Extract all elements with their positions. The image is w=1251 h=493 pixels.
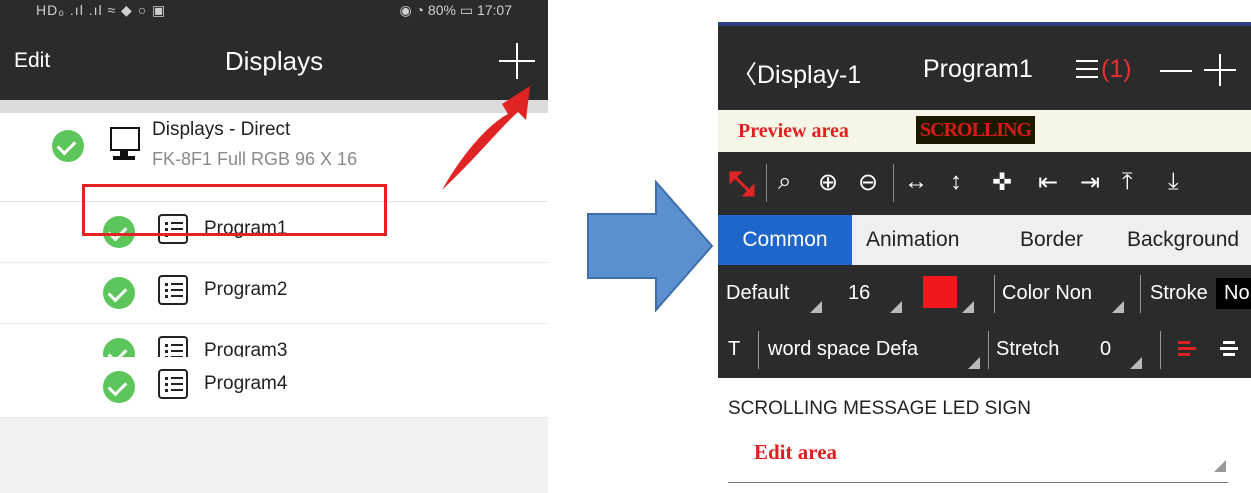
back-button[interactable]: 〈Display-1 xyxy=(732,55,861,91)
edit-label: Edit area xyxy=(754,440,838,464)
height-icon[interactable]: ↕ xyxy=(950,168,962,196)
stroke-select[interactable]: No xyxy=(1216,278,1251,309)
program-count: (1) xyxy=(1101,55,1132,83)
zoom-out-icon[interactable]: ⊖ xyxy=(858,168,878,197)
check-circle-icon xyxy=(52,130,84,162)
tab-bar: Common Animation Border Background xyxy=(718,215,1251,265)
color-swatch[interactable] xyxy=(923,276,957,308)
list-icon xyxy=(158,275,188,305)
align-left-text-icon[interactable] xyxy=(1176,339,1198,361)
text-icon: T xyxy=(728,338,741,360)
program-label: Program2 xyxy=(204,279,288,300)
hamburger-icon[interactable] xyxy=(1076,60,1098,78)
monitor-icon xyxy=(110,127,140,161)
flow-arrow-icon xyxy=(587,180,714,312)
align-right-icon[interactable]: ⇥ xyxy=(1080,168,1100,197)
pointer-arrow-icon xyxy=(442,86,530,190)
align-left-icon[interactable]: ⇤ xyxy=(1038,168,1058,197)
check-circle-icon xyxy=(103,371,135,403)
edit-underline xyxy=(728,482,1228,483)
resize-icon[interactable] xyxy=(728,170,756,198)
spacing-settings-row: T word space Defa Stretch 0 xyxy=(718,323,1251,378)
display-details: FK-8F1 Full RGB 96 X 16 xyxy=(152,149,358,169)
program-label: Program4 xyxy=(204,373,288,394)
status-right: ◉ ◔ 80% ▭ 17:07 xyxy=(399,2,512,18)
tab-common[interactable]: Common xyxy=(718,215,852,265)
edit-area[interactable]: SCROLLING MESSAGE LED SIGN Edit area xyxy=(718,378,1251,493)
font-select[interactable]: Default xyxy=(726,282,789,305)
align-bottom-icon[interactable]: ⤓ xyxy=(1168,168,1179,196)
align-top-icon[interactable]: ⤒ xyxy=(1122,168,1133,196)
minus-icon[interactable] xyxy=(1160,70,1192,72)
resize-handle-icon[interactable] xyxy=(1214,460,1226,472)
status-bar: HD₀ .ıl .ıl ≈ ◆ ○ ▣ ◉ ◔ 80% ▭ 17:07 xyxy=(0,0,548,22)
plus-icon[interactable] xyxy=(1204,54,1236,86)
preview-label: Preview area xyxy=(738,120,849,142)
toolbar: ⌕ ⊕ ⊖ ↔ ↕ ✜ ⇤ ⇥ ⤒ ⤓ xyxy=(718,152,1251,215)
list-icon xyxy=(158,369,188,399)
move-icon[interactable]: ✜ xyxy=(992,168,1012,197)
font-settings-row: Default 16 Color Non Stroke No xyxy=(718,265,1251,323)
check-circle-icon xyxy=(103,277,135,309)
stretch-select[interactable]: 0 xyxy=(1100,338,1111,361)
program-row[interactable]: Program4 xyxy=(0,357,548,418)
plus-icon[interactable] xyxy=(499,43,535,79)
editor-header: 〈Display-1 Program1 (1) xyxy=(718,26,1251,110)
tab-border[interactable]: Border xyxy=(1020,215,1083,265)
led-preview-text: SCROLLING xyxy=(916,116,1036,144)
page-title: Displays xyxy=(224,46,324,76)
highlight-box xyxy=(82,184,387,236)
tab-animation[interactable]: Animation xyxy=(866,215,959,265)
width-icon[interactable]: ↔ xyxy=(904,168,928,196)
search-icon[interactable]: ⌕ xyxy=(778,168,791,196)
preview-area: Preview area SCROLLING xyxy=(718,110,1251,152)
align-center-text-icon[interactable] xyxy=(1218,339,1240,361)
zoom-in-icon[interactable]: ⊕ xyxy=(818,168,838,197)
color-mode-select[interactable]: Color Non xyxy=(1002,282,1092,305)
displays-screen: HD₀ .ıl .ıl ≈ ◆ ○ ▣ ◉ ◔ 80% ▭ 17:07 Edit… xyxy=(0,0,548,493)
stretch-label: Stretch xyxy=(996,338,1060,360)
word-space-select[interactable]: word space Defa xyxy=(768,338,918,361)
program-title: Program1 xyxy=(923,55,1033,83)
message-text[interactable]: SCROLLING MESSAGE LED SIGN xyxy=(728,398,1031,420)
status-left: HD₀ .ıl .ıl ≈ ◆ ○ ▣ xyxy=(36,2,167,18)
program-editor-screen: 〈Display-1 Program1 (1) Preview area SCR… xyxy=(718,0,1251,493)
tab-background[interactable]: Background xyxy=(1127,215,1239,265)
display-name: Displays - Direct xyxy=(152,119,291,140)
font-size-select[interactable]: 16 xyxy=(848,282,870,305)
stroke-label: Stroke xyxy=(1150,282,1208,304)
program-row[interactable]: Program2 xyxy=(0,263,548,324)
